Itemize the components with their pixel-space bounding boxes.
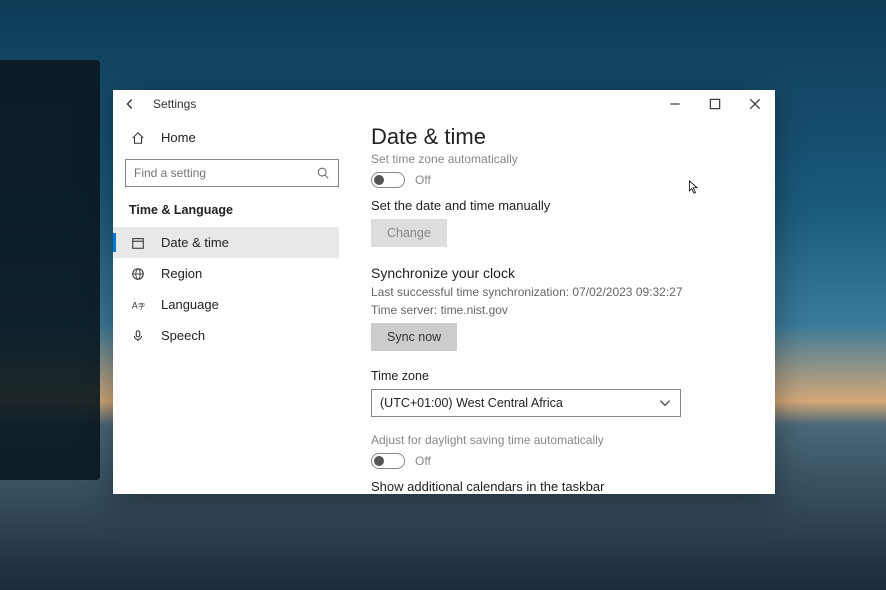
settings-window: Settings Home Time & Language (113, 90, 775, 494)
sidebar-item-label: Date & time (161, 235, 229, 250)
minimize-button[interactable] (655, 90, 695, 118)
sidebar-item-date-time[interactable]: Date & time (113, 227, 339, 258)
window-title: Settings (153, 97, 196, 111)
microphone-icon (131, 329, 147, 343)
maximize-button[interactable] (695, 90, 735, 118)
dst-toggle[interactable] (371, 453, 405, 469)
toggle-state-text: Off (415, 454, 431, 468)
content-pane: Date & time Set time zone automatically … (351, 118, 775, 494)
svg-text:A: A (132, 300, 138, 310)
maximize-icon (708, 97, 722, 111)
svg-text:字: 字 (138, 301, 145, 310)
calendar-clock-icon (131, 236, 147, 250)
chevron-down-icon (658, 396, 672, 410)
back-button[interactable] (123, 97, 143, 111)
sidebar-item-region[interactable]: Region (113, 258, 339, 289)
close-button[interactable] (735, 90, 775, 118)
home-nav[interactable]: Home (125, 124, 339, 155)
additional-calendars-label: Show additional calendars in the taskbar (371, 479, 755, 494)
sidebar-item-label: Region (161, 266, 202, 281)
search-icon (316, 166, 330, 180)
search-input[interactable] (134, 166, 316, 180)
sync-heading: Synchronize your clock (371, 265, 755, 281)
dst-label: Adjust for daylight saving time automati… (371, 433, 755, 447)
language-icon: A字 (131, 298, 147, 312)
arrow-left-icon (123, 97, 137, 111)
sync-status: Last successful time synchronization: 07… (371, 285, 755, 299)
timezone-value: (UTC+01:00) West Central Africa (380, 396, 563, 410)
change-button[interactable]: Change (371, 219, 447, 247)
auto-tz-toggle[interactable] (371, 172, 405, 188)
background-scenery (0, 60, 100, 480)
globe-icon (131, 267, 147, 281)
page-title: Date & time (371, 124, 755, 150)
tz-label: Time zone (371, 369, 755, 383)
sidebar-item-label: Language (161, 297, 219, 312)
sidebar: Home Time & Language Date & time Region (113, 118, 351, 494)
sidebar-section-title: Time & Language (129, 203, 339, 217)
home-icon (131, 131, 147, 145)
sidebar-item-label: Speech (161, 328, 205, 343)
toggle-state-text: Off (415, 173, 431, 187)
titlebar: Settings (113, 90, 775, 118)
close-icon (748, 97, 762, 111)
sync-server: Time server: time.nist.gov (371, 303, 755, 317)
minimize-icon (668, 97, 682, 111)
home-label: Home (161, 130, 196, 145)
manual-label: Set the date and time manually (371, 198, 755, 213)
auto-tz-label: Set time zone automatically (371, 152, 755, 166)
sidebar-item-speech[interactable]: Speech (113, 320, 339, 351)
sidebar-item-language[interactable]: A字 Language (113, 289, 339, 320)
timezone-select[interactable]: (UTC+01:00) West Central Africa (371, 389, 681, 417)
sync-now-button[interactable]: Sync now (371, 323, 457, 351)
search-box[interactable] (125, 159, 339, 187)
